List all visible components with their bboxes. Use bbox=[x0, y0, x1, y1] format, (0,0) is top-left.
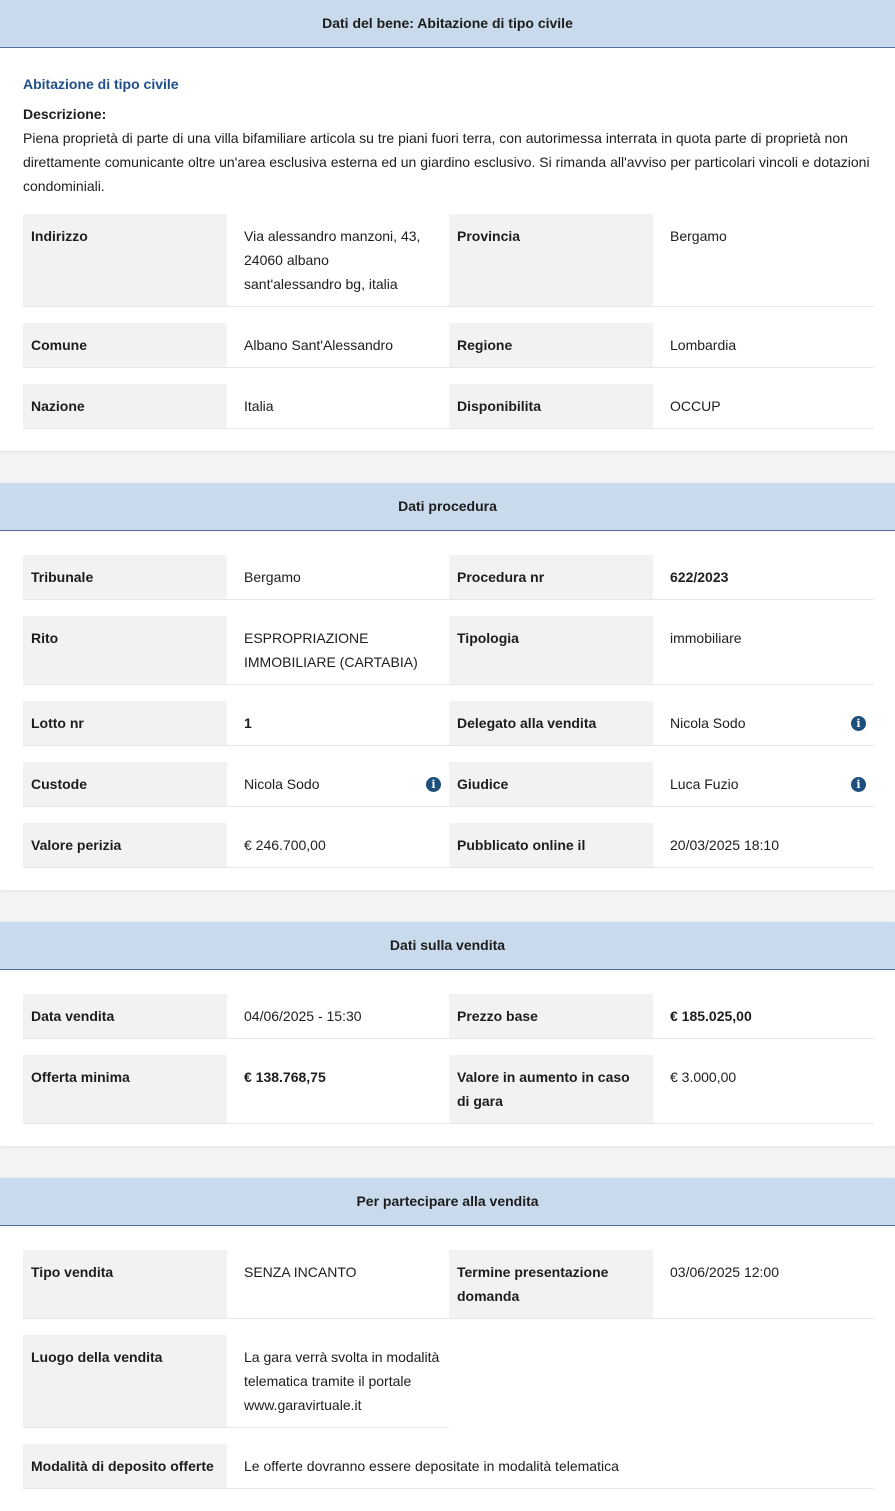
label-pubblicato: Pubblicato online il bbox=[449, 823, 653, 868]
label-delegato: Delegato alla vendita bbox=[449, 701, 653, 746]
label-custode: Custode bbox=[23, 762, 227, 807]
label-prezzo-base: Prezzo base bbox=[449, 994, 653, 1039]
section-dati-vendita: Dati sulla vendita Data vendita 04/06/20… bbox=[0, 922, 895, 1146]
label-termine-presentazione: Termine presentazione domanda bbox=[449, 1250, 653, 1319]
label-data-vendita: Data vendita bbox=[23, 994, 227, 1039]
info-icon[interactable]: i bbox=[426, 777, 441, 792]
value-indirizzo-text: Via alessandro manzoni, 43, 24060 albano… bbox=[244, 228, 421, 292]
value-modalita-deposito: Le offerte dovranno essere depositate in… bbox=[227, 1444, 874, 1489]
value-tipologia: immobiliare bbox=[653, 616, 874, 685]
value-delegato-text: Nicola Sodo bbox=[670, 715, 746, 731]
value-procedura-nr: 622/2023 bbox=[653, 555, 874, 600]
value-comune: Albano Sant'Alessandro bbox=[227, 323, 449, 368]
procedure-details-grid: Tribunale Bergamo Procedura nr 622/2023 … bbox=[23, 555, 874, 868]
section-header: Dati procedura bbox=[0, 483, 895, 531]
value-regione: Lombardia bbox=[653, 323, 874, 368]
label-tipo-vendita: Tipo vendita bbox=[23, 1250, 227, 1319]
value-valore-perizia: € 246.700,00 bbox=[227, 823, 449, 868]
value-valore-aumento: € 3.000,00 bbox=[653, 1055, 874, 1124]
value-delegato: Nicola Sodo i bbox=[653, 701, 874, 746]
label-comune: Comune bbox=[23, 323, 227, 368]
value-provincia: Bergamo bbox=[653, 214, 874, 307]
value-disponibilita: OCCUP bbox=[653, 384, 874, 429]
section-partecipare: Per partecipare alla vendita Tipo vendit… bbox=[0, 1178, 895, 1511]
property-details-grid: Indirizzo Via alessandro manzoni, 43, 24… bbox=[23, 214, 874, 429]
section-dati-bene: Dati del bene: Abitazione di tipo civile… bbox=[0, 0, 895, 451]
participation-details-grid: Tipo vendita SENZA INCANTO Termine prese… bbox=[23, 1250, 874, 1489]
label-procedura-nr: Procedura nr bbox=[449, 555, 653, 600]
label-giudice: Giudice bbox=[449, 762, 653, 807]
section-dati-procedura: Dati procedura Tribunale Bergamo Procedu… bbox=[0, 483, 895, 890]
value-tribunale: Bergamo bbox=[227, 555, 449, 600]
label-luogo-vendita: Luogo della vendita bbox=[23, 1335, 227, 1428]
value-data-vendita: 04/06/2025 - 15:30 bbox=[227, 994, 449, 1039]
value-termine-presentazione: 03/06/2025 12:00 bbox=[653, 1250, 874, 1319]
sale-details-grid: Data vendita 04/06/2025 - 15:30 Prezzo b… bbox=[23, 994, 874, 1124]
info-icon[interactable]: i bbox=[851, 777, 866, 792]
label-provincia: Provincia bbox=[449, 214, 653, 307]
info-icon[interactable]: i bbox=[851, 716, 866, 731]
value-rito: ESPROPRIAZIONE IMMOBILIARE (CARTABIA) bbox=[227, 616, 449, 685]
value-offerta-minima: € 138.768,75 bbox=[227, 1055, 449, 1124]
value-luogo-vendita: La gara verrà svolta in modalità telemat… bbox=[227, 1335, 449, 1428]
value-rito-text: ESPROPRIAZIONE IMMOBILIARE (CARTABIA) bbox=[244, 630, 418, 670]
label-valore-perizia: Valore perizia bbox=[23, 823, 227, 868]
label-rito: Rito bbox=[23, 616, 227, 685]
value-custode-text: Nicola Sodo bbox=[244, 776, 320, 792]
value-prezzo-base: € 185.025,00 bbox=[653, 994, 874, 1039]
label-offerta-minima: Offerta minima bbox=[23, 1055, 227, 1124]
value-tipo-vendita: SENZA INCANTO bbox=[227, 1250, 449, 1319]
value-pubblicato: 20/03/2025 18:10 bbox=[653, 823, 874, 868]
value-giudice-text: Luca Fuzio bbox=[670, 776, 739, 792]
label-regione: Regione bbox=[449, 323, 653, 368]
section-header: Dati del bene: Abitazione di tipo civile bbox=[0, 0, 895, 48]
label-valore-aumento: Valore in aumento in caso di gara bbox=[449, 1055, 653, 1124]
value-nazione: Italia bbox=[227, 384, 449, 429]
description-label: Descrizione: bbox=[23, 106, 107, 122]
label-lotto-nr: Lotto nr bbox=[23, 701, 227, 746]
value-indirizzo: Via alessandro manzoni, 43, 24060 albano… bbox=[227, 214, 449, 307]
label-indirizzo: Indirizzo bbox=[23, 214, 227, 307]
label-disponibilita: Disponibilita bbox=[449, 384, 653, 429]
section-header: Dati sulla vendita bbox=[0, 922, 895, 970]
value-custode: Nicola Sodo i bbox=[227, 762, 449, 807]
label-tribunale: Tribunale bbox=[23, 555, 227, 600]
section-header: Per partecipare alla vendita bbox=[0, 1178, 895, 1226]
value-lotto-nr: 1 bbox=[227, 701, 449, 746]
label-nazione: Nazione bbox=[23, 384, 227, 429]
label-tipologia: Tipologia bbox=[449, 616, 653, 685]
value-giudice: Luca Fuzio i bbox=[653, 762, 874, 807]
description-text: Piena proprietà di parte di una villa bi… bbox=[23, 130, 870, 194]
property-type-title: Abitazione di tipo civile bbox=[23, 76, 179, 92]
label-modalita-deposito: Modalità di deposito offerte bbox=[23, 1444, 227, 1489]
